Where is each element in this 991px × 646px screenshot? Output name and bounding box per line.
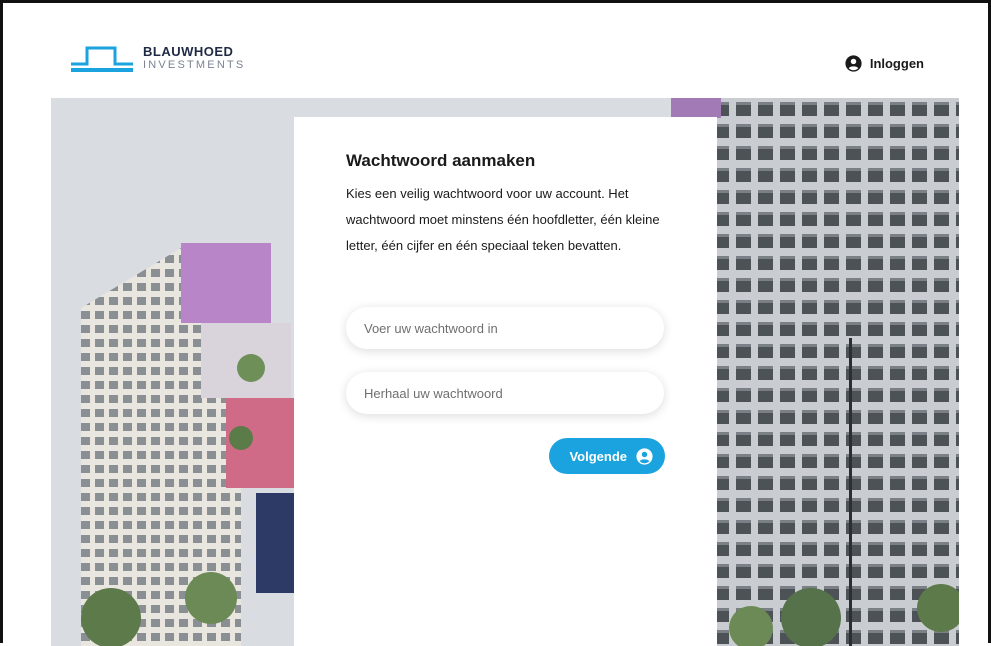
brand-subtitle: INVESTMENTS xyxy=(143,59,246,71)
next-button[interactable]: Volgende xyxy=(549,438,665,474)
user-circle-icon xyxy=(636,447,653,465)
next-button-label: Volgende xyxy=(569,448,627,464)
repeat-password-input[interactable] xyxy=(346,372,664,414)
user-circle-icon xyxy=(845,55,862,72)
brand-logo-mark xyxy=(71,46,133,72)
password-input[interactable] xyxy=(346,307,664,349)
card-title: Wachtwoord aanmaken xyxy=(346,151,536,170)
login-label: Inloggen xyxy=(869,56,924,71)
site-header: BLAUWHOED INVESTMENTS Inloggen xyxy=(3,3,988,98)
page-frame: BLAUWHOED INVESTMENTS Inloggen Wachtwoor… xyxy=(0,0,991,646)
create-password-card: Wachtwoord aanmaken Kies een veilig wach… xyxy=(294,117,717,646)
brand-name: BLAUWHOED xyxy=(143,44,234,59)
brand-logo[interactable]: BLAUWHOED INVESTMENTS xyxy=(69,42,245,74)
login-link[interactable]: Inloggen xyxy=(845,55,924,72)
card-description: Kies een veilig wachtwoord voor uw accou… xyxy=(346,186,660,253)
